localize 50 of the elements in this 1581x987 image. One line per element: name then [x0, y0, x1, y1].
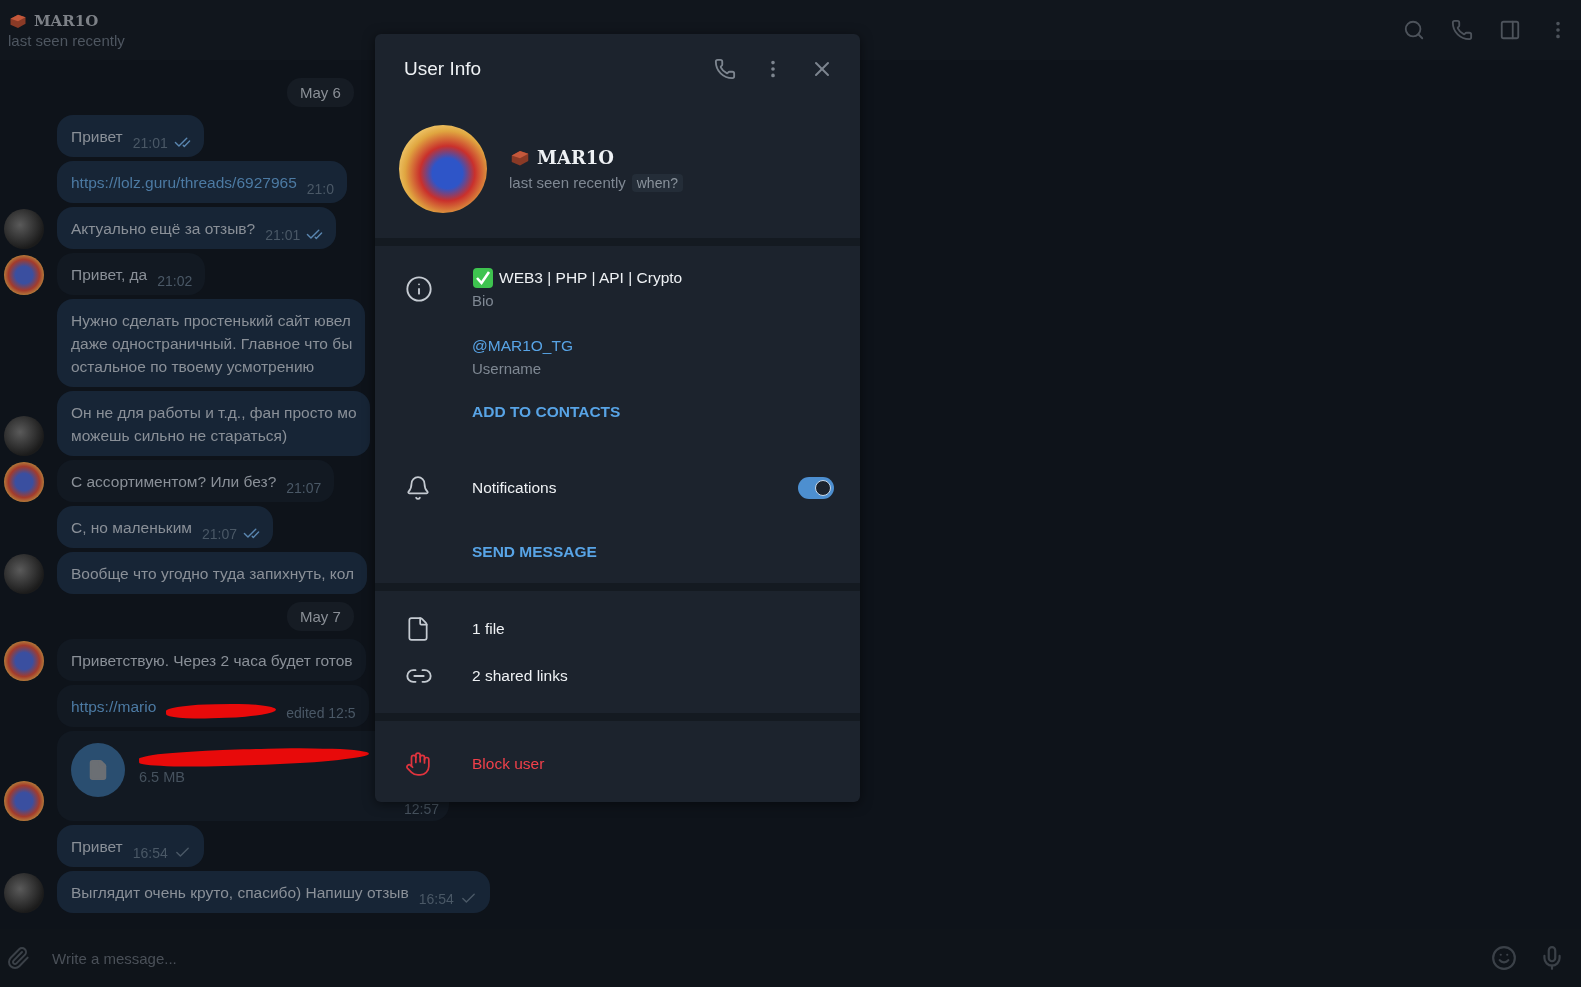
- username-label: Username: [472, 359, 543, 379]
- message-text: Нужно сделать простенький сайт ювел даже одностраничный. Главное что бы остальное по твоему усмотрению: [71, 311, 353, 377]
- message-text: Он не для работы и т.д., фан просто мо можешь сильно не стараться): [71, 403, 357, 446]
- notifications-toggle[interactable]: [798, 477, 834, 499]
- attach-icon[interactable]: [6, 946, 30, 970]
- message-text: Актуально ещё за отзыв?: [71, 219, 256, 239]
- block-user-button[interactable]: Block user: [472, 755, 545, 773]
- hand-icon: [405, 751, 431, 777]
- sidebar-icon[interactable]: [1499, 19, 1521, 41]
- username-link[interactable]: @MAR1O_TG: [472, 335, 683, 357]
- message-text: Выглядит очень круто, спасибо) Напишу отзыв: [71, 883, 409, 903]
- message-link[interactable]: https://lolz.guru/threads/6927965: [71, 171, 297, 194]
- bio-label: Bio: [472, 291, 495, 311]
- chat-status: last seen recently: [8, 31, 126, 49]
- message-time: 12:57: [403, 801, 439, 817]
- message-text: Привет: [71, 837, 123, 857]
- file-icon: [87, 759, 109, 781]
- chat-title: MAR1O: [34, 11, 99, 30]
- message-text: Вообще что угодно туда запихнуть, кол: [71, 564, 355, 584]
- message-text: С ассортиментом? Или без?: [71, 472, 277, 492]
- info-icon: [405, 275, 433, 303]
- phone-icon[interactable]: [1451, 19, 1473, 41]
- message-text: С, но маленьким: [71, 518, 192, 538]
- check-box-icon: [472, 267, 494, 289]
- notifications-label: Notifications: [472, 478, 557, 498]
- dialog-title: User Info: [404, 58, 483, 80]
- file-size: 6.5 MB: [139, 769, 186, 785]
- message-text: Привет, да: [71, 265, 148, 285]
- message-time: 21:02: [157, 273, 193, 289]
- shared-links-item[interactable]: 2 shared links: [375, 652, 860, 699]
- brick-icon: [8, 12, 28, 29]
- emoji-icon[interactable]: [1491, 945, 1517, 971]
- search-icon[interactable]: [1403, 19, 1425, 41]
- message-text: Приветствую. Через 2 часа будет готов: [71, 651, 353, 671]
- add-to-contacts-button[interactable]: ADD TO CONTACTS: [472, 403, 683, 421]
- date-chip: May 7: [287, 602, 354, 631]
- message-time: edited 12:5: [286, 705, 356, 721]
- file-download-button[interactable]: [71, 743, 125, 797]
- send-message-button[interactable]: SEND MESSAGE: [472, 543, 597, 561]
- when-link[interactable]: when?: [631, 173, 683, 192]
- date-chip: May 6: [287, 78, 354, 107]
- files-item[interactable]: 1 file: [375, 605, 860, 652]
- bio-text: WEB3 | PHP | API | Crypto: [499, 268, 683, 288]
- bell-icon: [405, 475, 431, 501]
- profile-status: last seen recently: [509, 174, 626, 191]
- message-time: 21:07: [286, 480, 322, 496]
- message-text: Привет: [71, 127, 123, 147]
- phone-icon[interactable]: [714, 58, 736, 80]
- message-link[interactable]: https://mario: [71, 695, 157, 718]
- profile-name: MAR1O: [537, 146, 615, 168]
